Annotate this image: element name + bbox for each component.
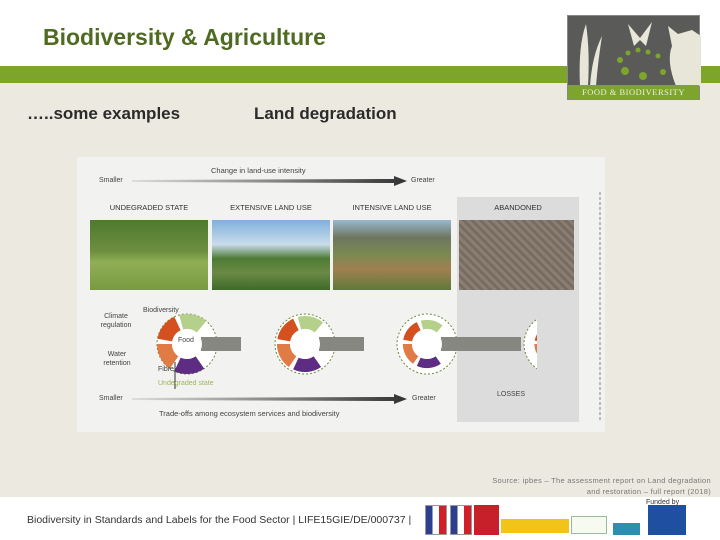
label-biodiversity: Biodiversity — [143, 307, 179, 314]
food-bar — [441, 337, 521, 351]
label-water: Water retention — [103, 351, 131, 367]
source-line-1: Source: ipbes – The assessment report on… — [492, 476, 711, 485]
label-undegraded-state: Undegraded state — [158, 380, 214, 387]
bottom-axis-arrow-icon — [132, 394, 407, 404]
spanish-ministry-logo — [501, 519, 569, 533]
partner-logo — [571, 516, 607, 534]
footer-text: Biodiversity in Standards and Labels for… — [27, 514, 412, 526]
page-title: Biodiversity & Agriculture — [43, 24, 326, 50]
french-ministry-logo — [425, 505, 447, 535]
wheel-center — [290, 329, 320, 359]
bottom-axis-right: Greater — [412, 395, 436, 402]
logo-text: FOOD & BIODIVERSITY — [568, 85, 699, 99]
top-axis-label: Change in land-use intensity — [211, 166, 306, 175]
subtitle-examples: …..some examples — [27, 104, 181, 123]
source-citation: Source: ipbes – The assessment report on… — [492, 475, 711, 497]
photo-abandoned-land — [459, 220, 574, 290]
food-bar — [319, 337, 364, 351]
state-extensive: EXTENSIVE LAND USE — [230, 203, 312, 212]
food-bar — [201, 337, 241, 351]
photo-farm-plot — [212, 220, 330, 290]
source-line-2: and restoration – full report (2018) — [586, 487, 711, 496]
label-food: Food — [178, 337, 194, 344]
label-fibre: Fibre — [158, 366, 174, 373]
ecosystem-service-wheels — [156, 313, 537, 389]
wheel-center — [172, 329, 202, 359]
occitanie-logo — [474, 505, 499, 535]
state-undegraded: UNDEGRADED STATE — [109, 203, 189, 212]
dbu-logo — [613, 505, 640, 535]
bottom-axis-left: Smaller — [99, 395, 123, 402]
land-degradation-diagram: Smaller Change in land-use intensity Gre… — [77, 157, 605, 432]
bottom-axis-label: Trade-offs among ecosystem services and … — [159, 409, 340, 418]
logo-illustration-icon — [579, 22, 701, 86]
subtitle-land-degradation: Land degradation — [254, 104, 397, 123]
state-abandoned: ABANDONED — [494, 203, 542, 212]
photo-credits — [599, 192, 601, 422]
eu-life-logo — [648, 505, 686, 535]
label-losses: LOSSES — [497, 391, 526, 398]
top-axis-right: Greater — [411, 177, 435, 184]
top-axis-left: Smaller — [99, 177, 123, 184]
top-axis-arrow-icon — [132, 176, 407, 186]
photo-giraffes — [90, 220, 208, 290]
label-climate: Climate regulation — [100, 313, 132, 329]
photo-intensive-fields — [333, 220, 451, 290]
french-ministry-logo-2 — [450, 505, 472, 535]
state-intensive: INTENSIVE LAND USE — [352, 203, 432, 212]
food-biodiversity-logo: FOOD & BIODIVERSITY — [567, 15, 701, 100]
wheel-center — [412, 329, 442, 359]
